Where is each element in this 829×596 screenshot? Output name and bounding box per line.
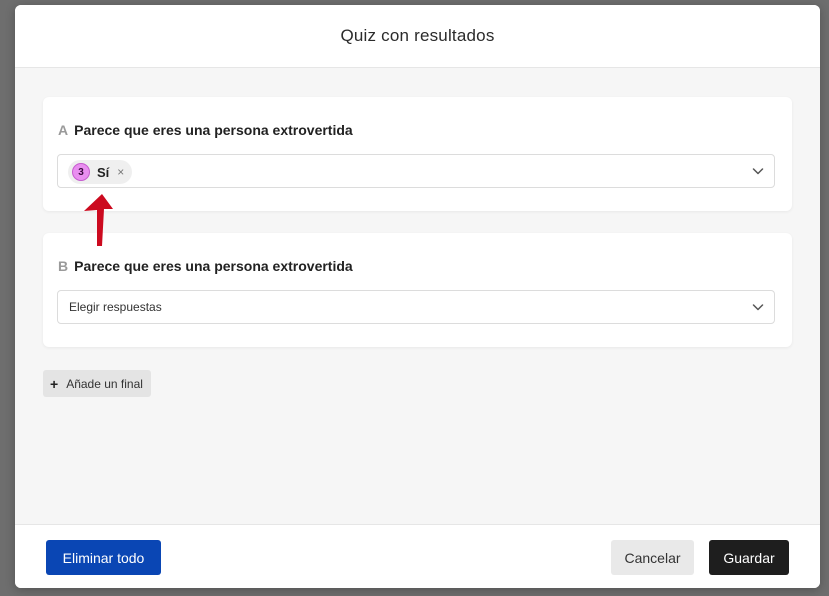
result-title-a: Parece que eres una persona extrovertida <box>74 122 353 138</box>
selected-answer-chip[interactable]: 3 Sí × <box>68 160 133 184</box>
modal-footer: Eliminar todo Cancelar Guardar <box>15 524 820 588</box>
result-title-b: Parece que eres una persona extrovertida <box>74 258 353 274</box>
remove-answer-icon[interactable]: × <box>117 166 124 178</box>
save-button[interactable]: Guardar <box>709 540 789 575</box>
plus-icon: + <box>50 375 59 392</box>
result-letter-b: B <box>58 258 69 274</box>
delete-all-button[interactable]: Eliminar todo <box>46 540 161 575</box>
result-heading-b: B Parece que eres una persona extrovertid… <box>58 258 353 274</box>
answer-count-badge: 3 <box>72 163 90 181</box>
answers-placeholder: Elegir respuestas <box>69 300 162 314</box>
selected-answer-label: Sí <box>97 164 110 180</box>
add-ending-label: Añade un final <box>66 376 143 391</box>
cancel-button[interactable]: Cancelar <box>611 540 694 575</box>
modal-title: Quiz con resultados <box>340 26 495 45</box>
red-arrow-icon <box>84 194 113 246</box>
answers-select-b[interactable]: Elegir respuestas <box>57 290 775 324</box>
add-ending-button[interactable]: + Añade un final <box>43 370 151 397</box>
answers-select-a[interactable]: 3 Sí × <box>57 154 775 188</box>
chevron-down-icon[interactable] <box>752 302 764 312</box>
chevron-down-icon[interactable] <box>752 166 764 176</box>
result-card-a: A Parece que eres una persona extrovertid… <box>43 97 792 211</box>
result-letter-a: A <box>58 122 69 138</box>
quiz-results-modal: Quiz con resultados A Parece que eres una… <box>15 5 820 588</box>
result-card-b: B Parece que eres una persona extrovertid… <box>43 233 792 347</box>
modal-header: Quiz con resultados <box>15 5 820 68</box>
result-heading-a: A Parece que eres una persona extrovertid… <box>58 122 353 138</box>
